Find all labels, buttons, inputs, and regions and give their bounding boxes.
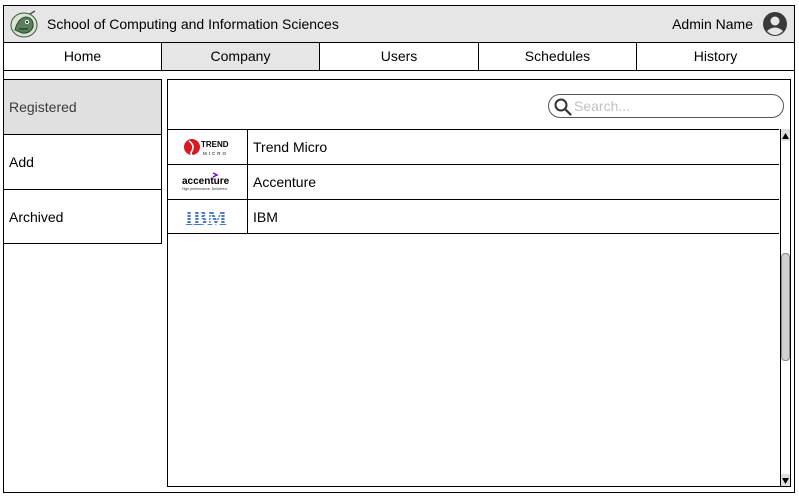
- tab-home[interactable]: Home: [4, 43, 162, 70]
- list-item[interactable]: TREND MICRO Trend Micro: [168, 129, 779, 164]
- svg-text:accenture: accenture: [182, 176, 230, 187]
- svg-text:High performance. Delivered.: High performance. Delivered.: [182, 187, 228, 191]
- school-logo-icon: [8, 8, 40, 40]
- company-list-panel: TREND MICRO Trend Micro accenture High p…: [167, 79, 791, 487]
- svg-text:TREND: TREND: [201, 140, 229, 149]
- admin-name[interactable]: Admin Name: [672, 16, 753, 32]
- list-scrollbar[interactable]: [780, 129, 790, 486]
- app-header: School of Computing and Information Scie…: [4, 6, 794, 43]
- tab-schedules[interactable]: Schedules: [479, 43, 637, 70]
- main-nav: Home Company Users Schedules History: [4, 43, 794, 71]
- company-name: Trend Micro: [253, 139, 328, 155]
- company-list: TREND MICRO Trend Micro accenture High p…: [168, 129, 779, 234]
- sidebar-item-add[interactable]: Add: [4, 135, 161, 190]
- search-box[interactable]: [548, 94, 784, 118]
- scroll-down-icon[interactable]: [781, 474, 790, 486]
- ibm-logo-icon: IBM: [168, 200, 248, 234]
- scroll-up-icon[interactable]: [781, 129, 790, 141]
- trend-micro-logo-icon: TREND MICRO: [168, 130, 248, 164]
- svg-text:MICRO: MICRO: [203, 151, 228, 156]
- accenture-logo-icon: accenture High performance. Delivered.: [168, 165, 248, 199]
- tab-users[interactable]: Users: [320, 43, 479, 70]
- app-title: School of Computing and Information Scie…: [47, 16, 339, 32]
- search-icon: [554, 98, 572, 116]
- search-input[interactable]: [574, 97, 774, 115]
- list-item[interactable]: IBM IBM: [168, 199, 779, 234]
- company-name: Accenture: [253, 174, 317, 190]
- svg-text:IBM: IBM: [185, 206, 227, 228]
- user-avatar-icon[interactable]: [762, 11, 788, 37]
- list-item[interactable]: accenture High performance. Delivered. A…: [168, 164, 779, 199]
- tab-history[interactable]: History: [637, 43, 794, 70]
- company-sidebar: Registered Add Archived: [4, 79, 162, 244]
- company-name: IBM: [253, 209, 278, 225]
- scroll-thumb[interactable]: [781, 253, 790, 361]
- tab-company[interactable]: Company: [162, 43, 320, 70]
- sidebar-item-archived[interactable]: Archived: [4, 190, 161, 243]
- sidebar-item-registered[interactable]: Registered: [4, 80, 161, 135]
- app-window: School of Computing and Information Scie…: [3, 5, 795, 493]
